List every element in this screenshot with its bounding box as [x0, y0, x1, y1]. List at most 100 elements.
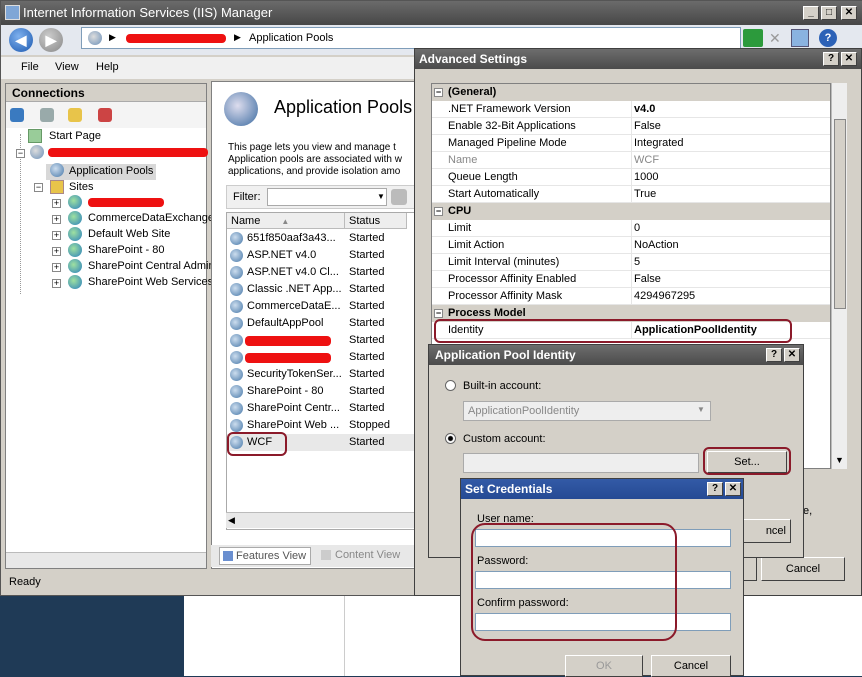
cancel-button[interactable]: Cancel	[761, 557, 845, 581]
table-row[interactable]: SecurityTokenSer... Started	[227, 366, 417, 383]
forward-icon[interactable]: ▶	[39, 28, 63, 52]
property-row[interactable]: Queue Length 1000	[432, 169, 830, 186]
help-button[interactable]: ?	[823, 52, 839, 66]
tree-site-item[interactable]: SharePoint Central Admin	[88, 260, 215, 272]
scroll-thumb[interactable]	[834, 119, 846, 309]
tree-start-page[interactable]: Start Page	[49, 130, 101, 142]
connections-scrollbar[interactable]	[6, 552, 206, 568]
close-button[interactable]: ✕	[725, 482, 741, 496]
table-row[interactable]: ASP.NET v4.0 Started	[227, 247, 417, 264]
page-description: This page lets you view and manage t App…	[228, 142, 414, 178]
tree-site-item[interactable]: SharePoint - 80	[88, 244, 164, 256]
collapse-sites-icon[interactable]: −	[34, 183, 43, 192]
menu-help[interactable]: Help	[96, 61, 119, 73]
builtin-radio[interactable]	[445, 380, 456, 391]
table-row[interactable]: SharePoint - 80 Started	[227, 383, 417, 400]
collapse-icon[interactable]: −	[434, 207, 443, 216]
help-button[interactable]: ?	[766, 348, 782, 362]
site-globe-icon	[68, 211, 82, 225]
cancel-button[interactable]: Cancel	[651, 655, 731, 677]
dropdown-icon: ▼	[697, 405, 705, 414]
property-row[interactable]: Name WCF	[432, 152, 830, 169]
pool-status: Started	[349, 249, 385, 261]
property-row[interactable]: Processor Affinity Mask 4294967295	[432, 288, 830, 305]
save-icon[interactable]	[40, 108, 54, 122]
scroll-down-icon[interactable]: ▼	[835, 455, 844, 465]
tree-site-item[interactable]: Default Web Site	[88, 228, 170, 240]
minimize-button[interactable]: _	[803, 6, 819, 20]
col-status-header[interactable]: Status	[345, 213, 407, 229]
property-row[interactable]: Limit Action NoAction	[432, 237, 830, 254]
home-icon[interactable]	[791, 29, 809, 47]
property-name: Limit Interval (minutes)	[446, 254, 632, 271]
close-button[interactable]: ✕	[784, 348, 800, 362]
expand-icon[interactable]: +	[52, 279, 61, 288]
scroll-left-icon[interactable]: ◀	[228, 515, 235, 526]
custom-radio[interactable]	[445, 433, 456, 444]
go-icon[interactable]	[743, 29, 763, 47]
breadcrumb-current[interactable]: Application Pools	[249, 32, 333, 44]
pool-status: Stopped	[349, 419, 390, 431]
collapse-icon[interactable]: −	[434, 309, 443, 318]
stop-icon[interactable]: ✕	[769, 31, 783, 45]
builtin-select[interactable]: ApplicationPoolIdentity	[463, 401, 711, 421]
property-row[interactable]: Limit Interval (minutes) 5	[432, 254, 830, 271]
help-icon[interactable]: ?	[819, 29, 837, 47]
grid-scrollbar[interactable]: ◀	[226, 512, 416, 528]
filter-input[interactable]	[267, 188, 387, 206]
connect-icon[interactable]	[10, 108, 24, 122]
category-header[interactable]: − CPU	[432, 203, 830, 220]
tree-application-pools[interactable]: Application Pools	[69, 165, 153, 177]
expand-icon[interactable]: +	[52, 247, 61, 256]
property-row[interactable]: Processor Affinity Enabled False	[432, 271, 830, 288]
table-row[interactable]: Started	[227, 349, 417, 366]
filter-dropdown-icon[interactable]: ▼	[377, 192, 385, 201]
content-view-tab[interactable]: Content View	[335, 549, 400, 561]
expand-icon[interactable]: +	[52, 199, 61, 208]
close-button[interactable]: ✕	[841, 52, 857, 66]
table-row[interactable]: SharePoint Centr... Started	[227, 400, 417, 417]
app-pools-grid: Name ▲ Status 651f850aaf3a43... Started AS…	[226, 212, 417, 530]
menu-file[interactable]: File	[21, 61, 39, 73]
table-row[interactable]: ASP.NET v4.0 Cl... Started	[227, 264, 417, 281]
table-row[interactable]: Classic .NET App... Started	[227, 281, 417, 298]
folder-icon[interactable]	[68, 108, 82, 122]
app-pool-icon	[230, 249, 243, 262]
property-row[interactable]: Managed Pipeline Mode Integrated	[432, 135, 830, 152]
maximize-button[interactable]: □	[821, 6, 837, 20]
table-row[interactable]: Started	[227, 332, 417, 349]
property-row[interactable]: Enable 32-Bit Applications False	[432, 118, 830, 135]
property-name: Managed Pipeline Mode	[446, 135, 632, 152]
expand-icon[interactable]: +	[52, 215, 61, 224]
property-row[interactable]: Start Automatically True	[432, 186, 830, 203]
menu-view[interactable]: View	[55, 61, 79, 73]
go-filter-icon[interactable]	[391, 189, 407, 205]
pool-name: CommerceDataE...	[247, 300, 341, 312]
table-row[interactable]: CommerceDataE... Started	[227, 298, 417, 315]
property-row[interactable]: Limit 0	[432, 220, 830, 237]
collapse-icon[interactable]: −	[434, 88, 443, 97]
property-value: 0	[634, 222, 641, 234]
table-row[interactable]: DefaultAppPool Started	[227, 315, 417, 332]
custom-account-field[interactable]	[463, 453, 699, 473]
category-header[interactable]: − (General)	[432, 84, 830, 101]
help-button[interactable]: ?	[707, 482, 723, 496]
back-icon[interactable]: ◀	[9, 28, 33, 52]
disconnect-icon[interactable]	[98, 108, 112, 122]
set-button-highlight	[703, 447, 791, 475]
tree-site-item[interactable]: CommerceDataExchange	[88, 212, 214, 224]
tree-sites[interactable]: Sites	[69, 181, 93, 193]
collapse-server-icon[interactable]: −	[16, 149, 25, 158]
property-scrollbar[interactable]: ▼	[831, 83, 847, 469]
ok-button[interactable]: OK	[565, 655, 643, 677]
expand-icon[interactable]: +	[52, 263, 61, 272]
tree-site-item[interactable]: SharePoint Web Services	[88, 276, 213, 288]
table-row[interactable]: 651f850aaf3a43... Started	[227, 230, 417, 247]
close-button[interactable]: ✕	[841, 6, 857, 20]
pool-name: Classic .NET App...	[247, 283, 342, 295]
property-row[interactable]: .NET Framework Version v4.0	[432, 101, 830, 118]
col-name-header[interactable]: Name ▲	[227, 213, 345, 229]
address-field[interactable]: ▶ ▶ Application Pools	[81, 27, 741, 49]
expand-icon[interactable]: +	[52, 231, 61, 240]
pool-status: Started	[349, 368, 385, 380]
